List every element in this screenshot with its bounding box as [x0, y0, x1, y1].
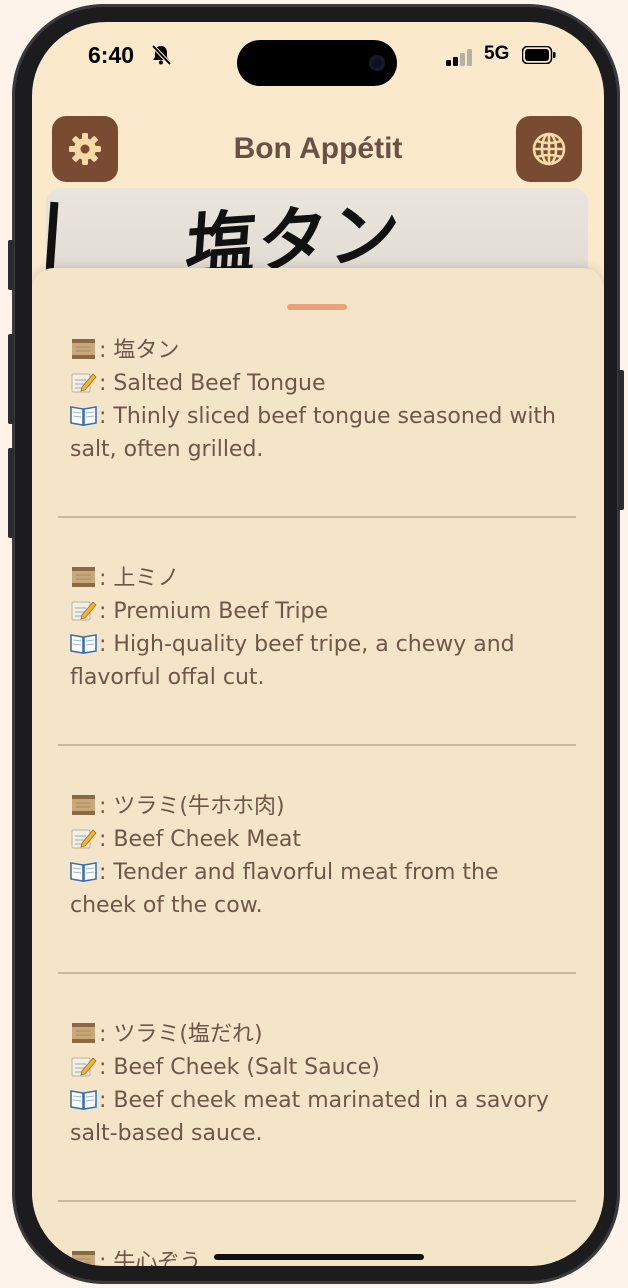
menu-item[interactable]: : ツラミ(牛ホホ肉) : Beef Cheek Meat : Tender a…	[70, 790, 570, 922]
menu-item-original-text: : ツラミ(塩だれ)	[99, 1022, 263, 1047]
menu-item-translation: : Salted Beef Tongue	[70, 367, 570, 400]
camera-icon	[369, 55, 385, 71]
language-button[interactable]	[516, 116, 582, 182]
scroll-icon	[70, 565, 97, 589]
scroll-icon	[70, 793, 97, 817]
menu-item-description: : Thinly sliced beef tongue seasoned wit…	[70, 400, 570, 466]
menu-item-original-text: : ツラミ(牛ホホ肉)	[99, 794, 285, 819]
menu-item-description: : High-quality beef tripe, a chewy and f…	[70, 628, 570, 694]
power-button	[618, 370, 624, 510]
scroll-icon	[70, 1249, 97, 1266]
open-book-icon	[70, 631, 97, 655]
memo-icon	[70, 598, 97, 622]
globe-icon	[532, 132, 566, 166]
menu-item-original: : 上ミノ	[70, 562, 570, 595]
menu-item-description: : Tender and flavorful meat from the che…	[70, 856, 570, 922]
item-divider	[58, 516, 576, 518]
battery-icon	[522, 46, 556, 64]
menu-item-translation-text: : Beef Cheek (Salt Sauce)	[99, 1055, 380, 1080]
home-indicator[interactable]	[214, 1254, 424, 1260]
menu-item-original-text: : 塩タン	[99, 338, 180, 363]
translation-sheet[interactable]: : 塩タン : Salted Beef Tongue : Thinly slic…	[32, 268, 604, 1266]
bell-slash-icon	[151, 44, 172, 66]
menu-item-original-text: : 上ミノ	[99, 566, 180, 591]
menu-item-original: : ツラミ(塩だれ)	[70, 1018, 570, 1051]
menu-item-description-text: : Thinly sliced beef tongue seasoned wit…	[70, 404, 556, 462]
open-book-icon	[70, 1087, 97, 1111]
menu-item-translation: : Premium Beef Tripe	[70, 595, 570, 628]
open-book-icon	[70, 403, 97, 427]
menu-item[interactable]: : ツラミ(塩だれ) : Beef Cheek (Salt Sauce) : B…	[70, 1018, 570, 1150]
menu-item-original-text: : 牛心ぞう	[99, 1250, 202, 1266]
scroll-icon	[70, 337, 97, 361]
signal-icon	[446, 48, 476, 66]
screen: 6:40 5G Bon Appétit 塩タン: 塩タン: Salted B…	[32, 22, 604, 1266]
item-divider	[58, 972, 576, 974]
scroll-icon	[70, 1021, 97, 1045]
menu-item-translation: : Beef Cheek (Salt Sauce)	[70, 1051, 570, 1084]
menu-item-description: : Beef cheek meat marinated in a savory …	[70, 1084, 570, 1150]
sheet-grabber[interactable]	[287, 304, 347, 310]
menu-item-description-text: : High-quality beef tripe, a chewy and f…	[70, 632, 515, 690]
action-button	[8, 240, 14, 290]
menu-item-original: : ツラミ(牛ホホ肉)	[70, 790, 570, 823]
menu-item-original: : 塩タン	[70, 334, 570, 367]
photo-border	[46, 201, 59, 273]
status-bar: 6:40 5G	[32, 22, 604, 92]
volume-up-button	[8, 334, 14, 424]
item-divider	[58, 744, 576, 746]
menu-item-description-text: : Tender and flavorful meat from the che…	[70, 860, 499, 918]
memo-icon	[70, 826, 97, 850]
menu-item[interactable]: : 塩タン : Salted Beef Tongue : Thinly slic…	[70, 334, 570, 466]
item-divider	[58, 1200, 576, 1202]
menu-item-description-text: : Beef cheek meat marinated in a savory …	[70, 1088, 549, 1146]
menu-item[interactable]: : 上ミノ : Premium Beef Tripe : High-qualit…	[70, 562, 570, 694]
menu-item-translation: : Beef Cheek Meat	[70, 823, 570, 856]
open-book-icon	[70, 859, 97, 883]
menu-item-translation-text: : Beef Cheek Meat	[99, 827, 302, 852]
volume-down-button	[8, 448, 14, 538]
menu-item-translation-text: : Salted Beef Tongue	[99, 371, 326, 396]
memo-icon	[70, 1054, 97, 1078]
menu-item-translation-text: : Premium Beef Tripe	[99, 599, 329, 624]
dynamic-island	[237, 40, 397, 86]
status-time: 6:40	[88, 42, 135, 68]
network-type: 5G	[484, 43, 510, 64]
app-header: Bon Appétit	[32, 112, 604, 192]
memo-icon	[70, 370, 97, 394]
